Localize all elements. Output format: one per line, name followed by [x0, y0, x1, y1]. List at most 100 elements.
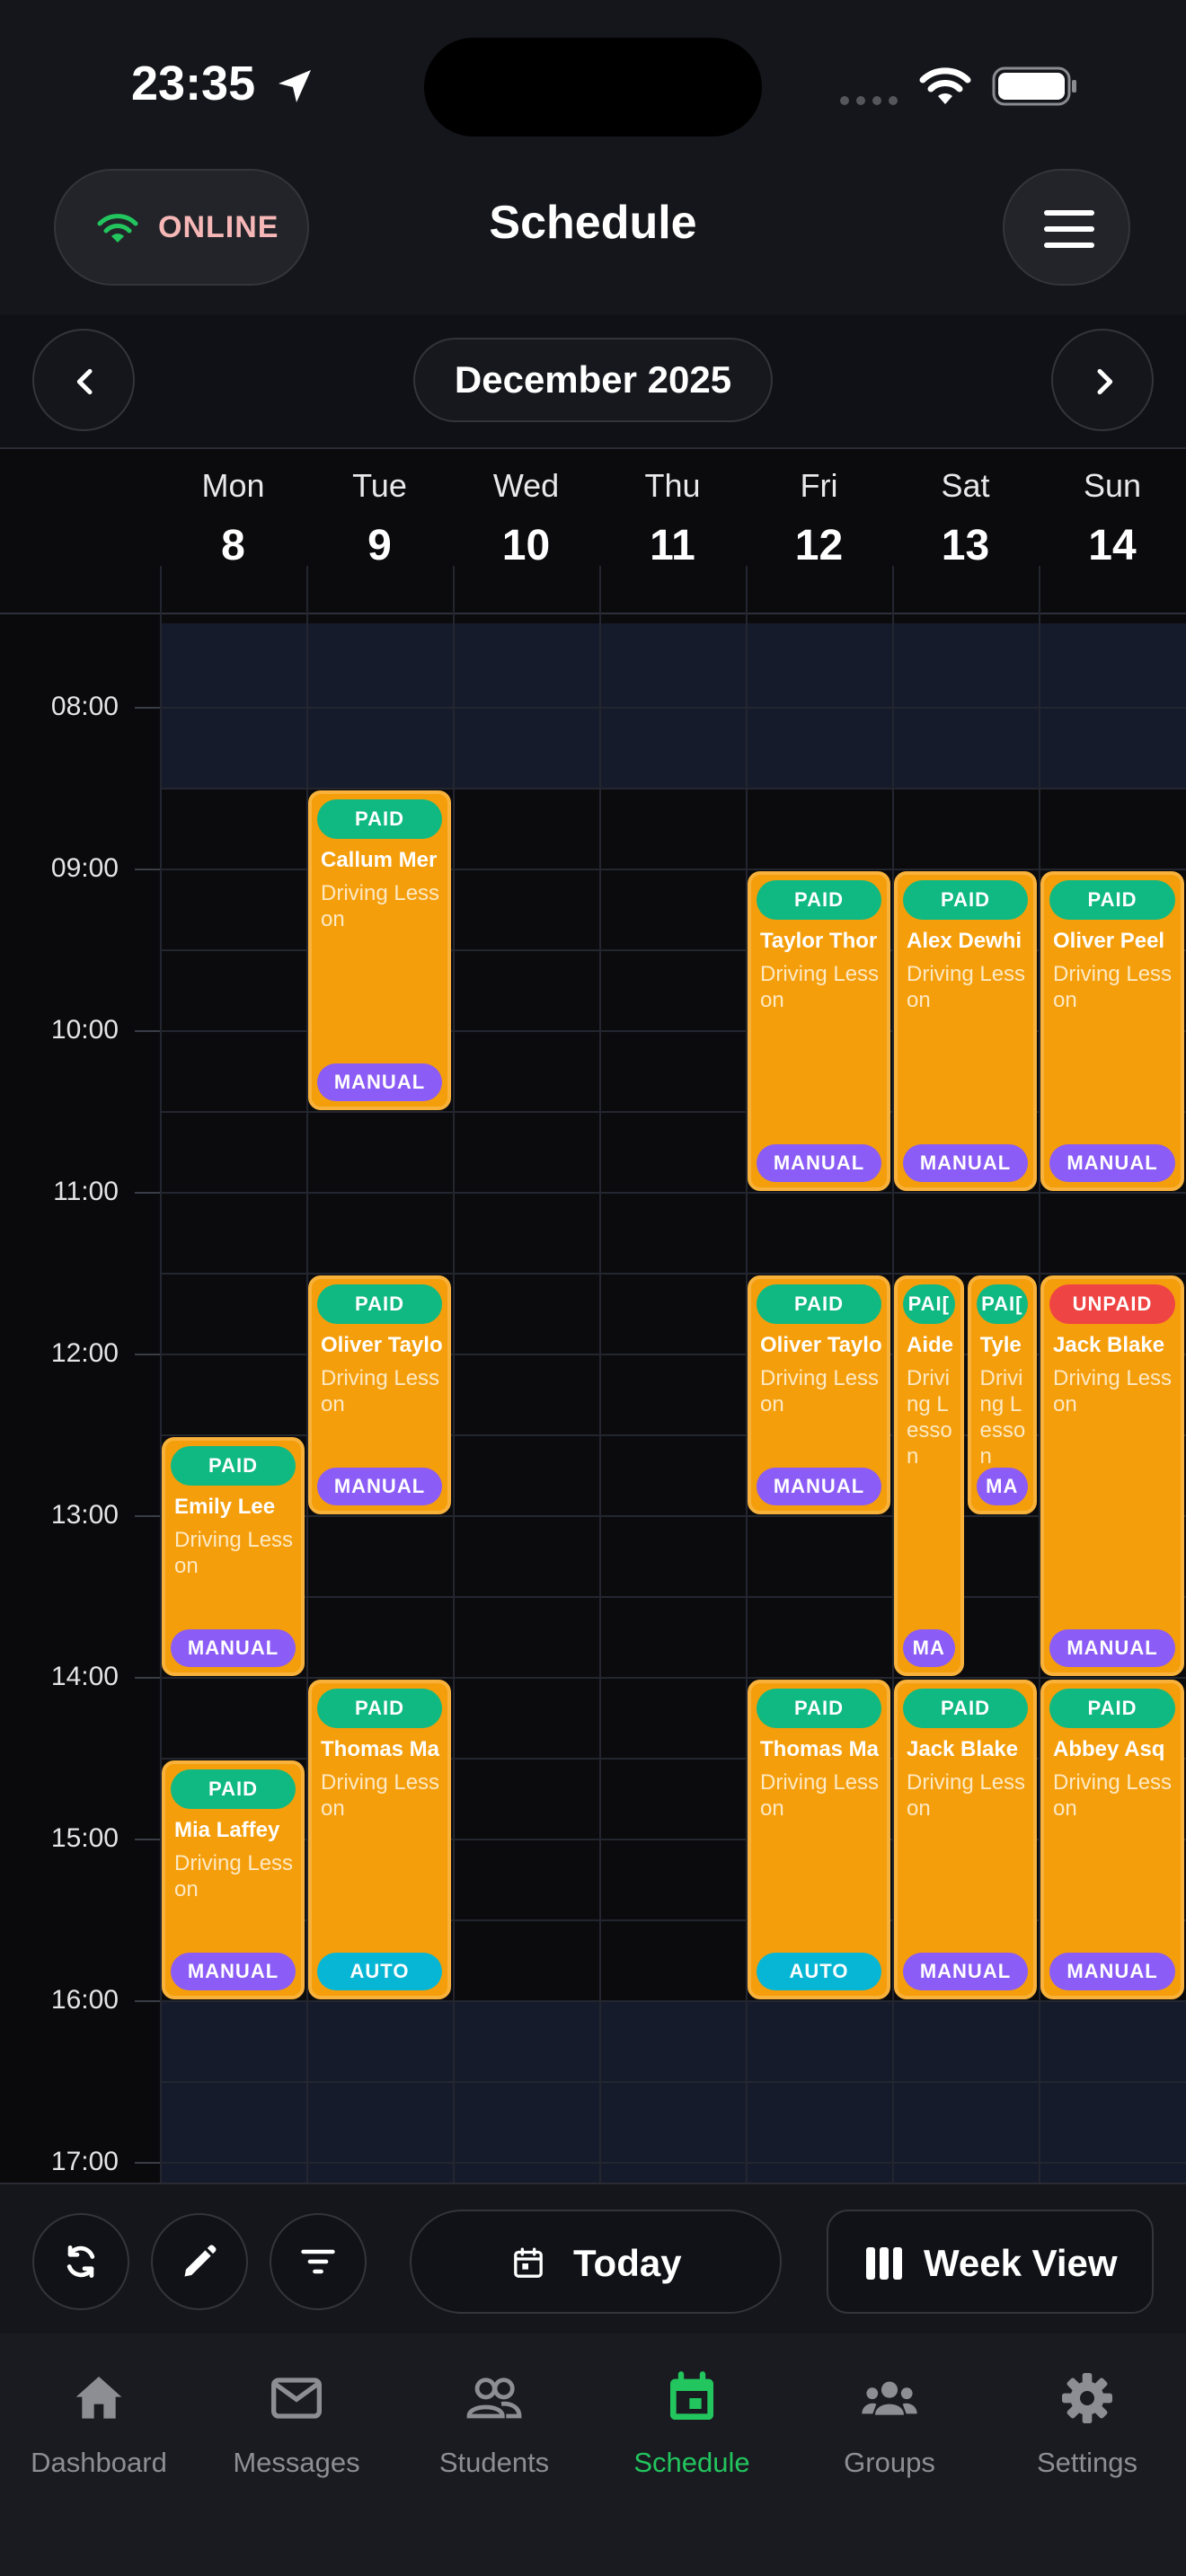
day-date: 13 — [941, 522, 990, 569]
lesson-title: Driving Lesson — [1053, 1770, 1173, 1821]
student-name: Jack Blake — [1053, 1333, 1165, 1357]
edit-button[interactable] — [151, 2213, 248, 2310]
view-mode-button[interactable]: Week View — [827, 2210, 1154, 2314]
payment-status-badge: PAID — [757, 880, 881, 920]
day-date: 8 — [221, 522, 245, 569]
cellular-signal-icon — [840, 96, 898, 105]
day-header-thu[interactable]: Thu 11 — [599, 449, 746, 613]
nav-schedule[interactable]: Schedule — [593, 2360, 791, 2495]
time-label: 09:00 — [50, 853, 119, 883]
today-button[interactable]: Today — [410, 2210, 782, 2314]
people-icon — [466, 2378, 522, 2419]
nav-settings-label: Settings — [1036, 2447, 1137, 2478]
day-date: 11 — [650, 522, 695, 569]
day-date: 10 — [501, 522, 551, 569]
transmission-badge: AUTO — [317, 1953, 442, 1990]
time-label: 08:00 — [50, 692, 119, 721]
previous-week-button[interactable] — [32, 329, 135, 431]
day-header-tue[interactable]: Tue 9 — [306, 449, 453, 613]
lesson-card[interactable]: PAID Alex Dewhi Driving Lesson MANUAL — [894, 871, 1037, 1191]
payment-status-badge: PAID — [317, 1284, 442, 1324]
day-date: 14 — [1088, 522, 1137, 569]
student-name: Mia Laffey — [174, 1818, 280, 1842]
nav-groups[interactable]: Groups — [791, 2360, 988, 2495]
hour-tick — [135, 2162, 160, 2164]
payment-status-badge: PAID — [757, 1689, 881, 1728]
lesson-title: Driving Lesson — [760, 1366, 880, 1416]
time-label: 16:00 — [50, 1985, 119, 2015]
nav-messages-label: Messages — [233, 2447, 360, 2478]
nav-students[interactable]: Students — [395, 2360, 593, 2495]
hour-tick — [135, 869, 160, 870]
home-icon — [75, 2377, 122, 2419]
lesson-card[interactable]: PAID Oliver Peel Driving Lesson MANUAL — [1040, 871, 1184, 1191]
chevron-left-icon — [76, 368, 93, 395]
transmission-badge: MANUAL — [757, 1468, 881, 1505]
nav-groups-label: Groups — [844, 2447, 935, 2478]
lesson-card[interactable]: PAI[Tyle Driving Lesson MA — [967, 1275, 1037, 1514]
transmission-badge: MANUAL — [1049, 1144, 1175, 1182]
menu-button[interactable] — [1003, 169, 1130, 286]
hour-tick — [135, 1030, 160, 1032]
transmission-badge: MA — [976, 1468, 1028, 1505]
mail-icon — [271, 2378, 322, 2419]
sync-button[interactable] — [32, 2213, 129, 2310]
lesson-card[interactable]: PAID Thomas Ma Driving Lesson AUTO — [748, 1680, 890, 1999]
view-mode-label: Week View — [924, 2242, 1118, 2284]
time-label: 15:00 — [50, 1823, 119, 1853]
lesson-card[interactable]: PAID Jack Blake Driving Lesson MANUAL — [894, 1680, 1037, 1999]
day-name: Sat — [941, 467, 990, 504]
grid-line — [160, 1192, 1186, 1194]
nav-messages[interactable]: Messages — [198, 2360, 395, 2495]
lesson-card[interactable]: PAID Callum Mer Driving Lesson MANUAL — [308, 790, 451, 1110]
lesson-title: Driving Lesson — [907, 1770, 1026, 1821]
gear-icon — [1062, 2373, 1112, 2423]
off-hours-band — [160, 2001, 1186, 2183]
payment-status-badge: UNPAID — [1049, 1284, 1175, 1324]
day-header-wed[interactable]: Wed 10 — [453, 449, 599, 613]
day-header-sat[interactable]: Sat 13 — [892, 449, 1039, 613]
lesson-card[interactable]: PAID Taylor Thor Driving Lesson MANUAL — [748, 871, 890, 1191]
lesson-card[interactable]: PAI[Aide Driving Lesson MA — [894, 1275, 964, 1676]
nav-dashboard[interactable]: Dashboard — [0, 2360, 198, 2495]
next-week-button[interactable] — [1051, 329, 1154, 431]
day-header-fri[interactable]: Fri 12 — [746, 449, 892, 613]
day-header-mon[interactable]: Mon 8 — [160, 449, 306, 613]
lesson-card[interactable]: UNPAID Jack Blake Driving Lesson MANUAL — [1040, 1275, 1184, 1676]
sync-icon — [66, 2245, 95, 2278]
hour-tick — [135, 2000, 160, 2002]
transmission-badge: MANUAL — [317, 1468, 442, 1505]
student-name: Abbey Asq — [1053, 1737, 1165, 1761]
lesson-card[interactable]: PAID Mia Laffey Driving Lesson MANUAL — [162, 1760, 305, 1999]
off-hours-band — [160, 623, 1186, 789]
lesson-card[interactable]: PAID Thomas Ma Driving Lesson AUTO — [308, 1680, 451, 1999]
lesson-card[interactable]: PAID Emily Lee Driving Lesson MANUAL — [162, 1437, 305, 1676]
dynamic-island — [424, 38, 762, 137]
bottom-navigation: Dashboard Messages Students Schedule Gro… — [0, 2333, 1186, 2576]
transmission-badge: MANUAL — [903, 1953, 1028, 1990]
today-label: Today — [573, 2242, 682, 2284]
day-name: Fri — [800, 467, 838, 504]
payment-status-badge: PAI[ — [976, 1284, 1028, 1324]
time-label: 14:00 — [50, 1662, 119, 1691]
transmission-badge: MANUAL — [1049, 1953, 1175, 1990]
transmission-badge: MANUAL — [171, 1953, 296, 1990]
current-month-label[interactable]: December 2025 — [413, 338, 773, 422]
day-header-sun[interactable]: Sun 14 — [1039, 449, 1186, 613]
grid-line — [160, 707, 1186, 709]
day-name: Thu — [644, 467, 701, 504]
nav-schedule-label: Schedule — [633, 2447, 750, 2478]
week-calendar: 08:00 09:00 10:00 11:00 12:00 13:00 14:00 15:00… — [0, 449, 1186, 2183]
lesson-title: Driving Lesson — [979, 1366, 1026, 1469]
filter-button[interactable] — [270, 2213, 367, 2310]
lesson-card[interactable]: PAID Oliver Taylo Driving Lesson MANUAL — [308, 1275, 451, 1514]
student-name: Jack Blake — [907, 1737, 1019, 1761]
time-label: 10:00 — [50, 1015, 119, 1045]
student-name: Emily Lee — [174, 1495, 276, 1519]
week-columns-icon — [866, 2247, 902, 2280]
lesson-card[interactable]: PAID Oliver Taylo Driving Lesson MANUAL — [748, 1275, 890, 1514]
lesson-title: Driving Lesson — [174, 1851, 294, 1901]
grid-line — [160, 1677, 1186, 1679]
lesson-card[interactable]: PAID Abbey Asq Driving Lesson MANUAL — [1040, 1680, 1184, 1999]
nav-settings[interactable]: Settings — [988, 2360, 1186, 2495]
